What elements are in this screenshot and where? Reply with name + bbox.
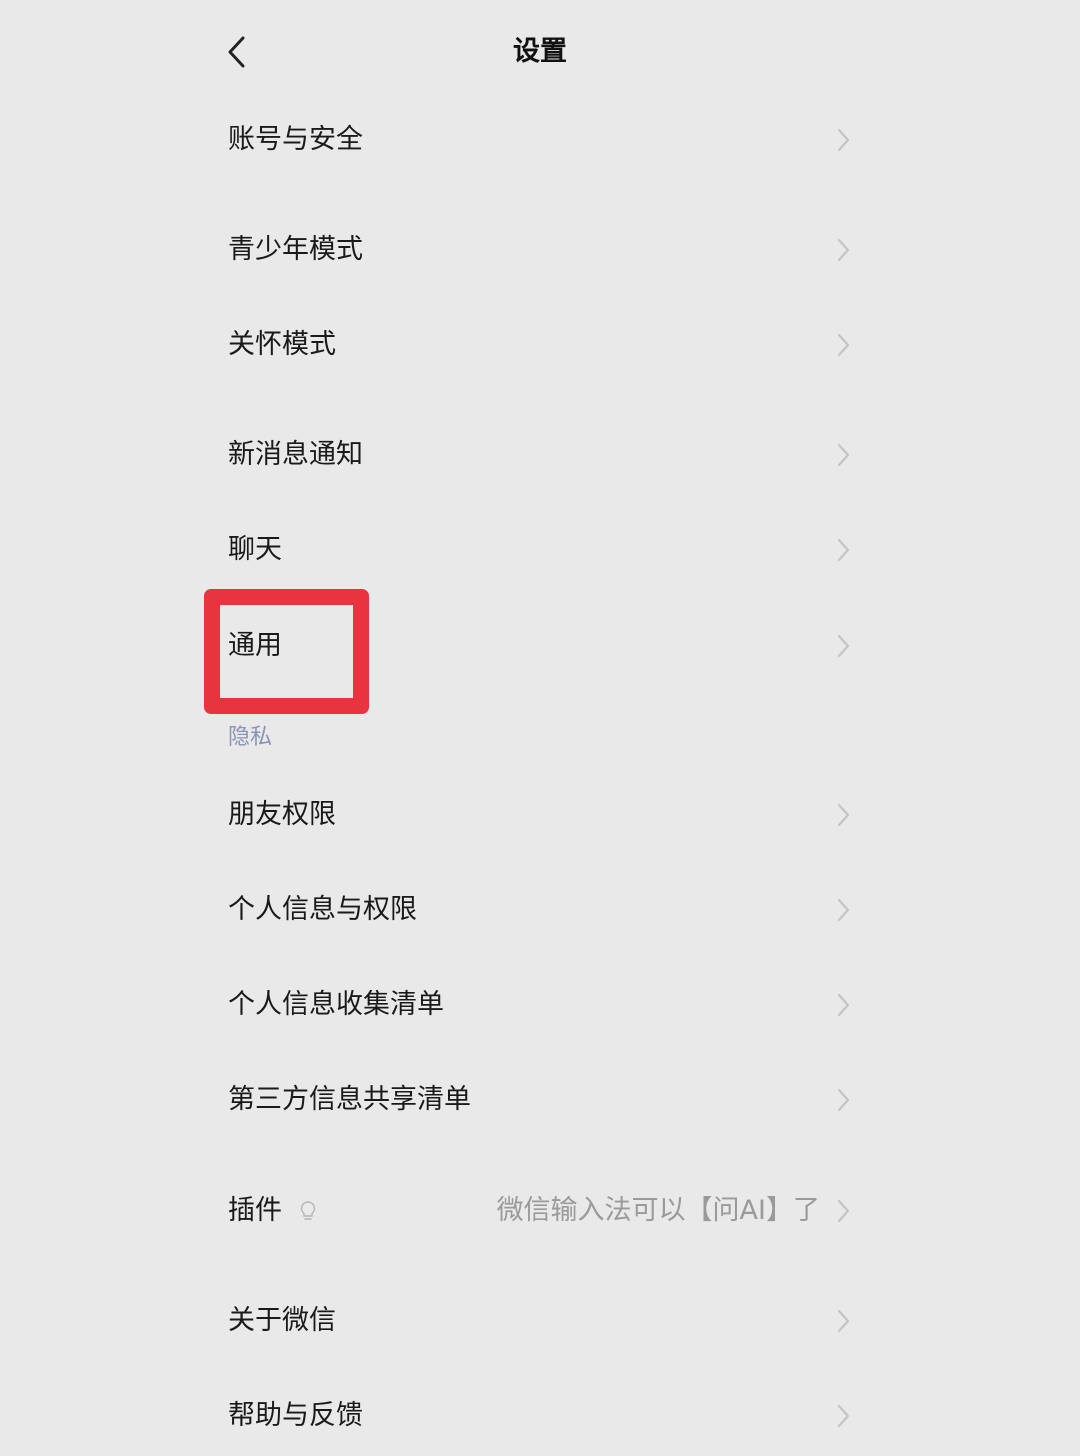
chevron-right-icon [837, 238, 850, 262]
settings-item-label: 插件 [228, 1195, 282, 1226]
chevron-right-icon [837, 1088, 850, 1112]
settings-item-chats[interactable]: 聊天 [0, 510, 1080, 590]
settings-item-label: 新消息通知 [228, 439, 363, 470]
settings-item-plugins[interactable]: 插件 微信输入法可以【问AI】了 [0, 1171, 1080, 1251]
settings-item-label: 青少年模式 [228, 234, 363, 265]
chevron-right-icon [837, 443, 850, 467]
section-header-privacy: 隐私 [228, 725, 273, 750]
settings-item-about-wechat[interactable]: 关于微信 [0, 1281, 1080, 1361]
page-title: 设置 [513, 36, 567, 67]
chevron-right-icon [837, 1309, 850, 1333]
chevron-right-icon [837, 333, 850, 357]
highlight-annotation-box [204, 589, 369, 714]
settings-item-label: 朋友权限 [228, 799, 336, 830]
plugin-promo-text: 微信输入法可以【问AI】了 [496, 1195, 820, 1226]
settings-item-help-feedback[interactable]: 帮助与反馈 [0, 1376, 1080, 1456]
settings-item-account-security[interactable]: 账号与安全 [0, 100, 1080, 180]
settings-item-personal-info-collection[interactable]: 个人信息收集清单 [0, 965, 1080, 1045]
settings-item-label: 第三方信息共享清单 [228, 1084, 471, 1115]
chevron-right-icon [837, 1199, 850, 1223]
settings-item-label: 个人信息与权限 [228, 894, 417, 925]
chevron-right-icon [837, 803, 850, 827]
chevron-right-icon [837, 128, 850, 152]
chevron-right-icon [837, 993, 850, 1017]
lightbulb-icon [300, 1201, 316, 1220]
chevron-right-icon [837, 634, 850, 658]
settings-item-teen-mode[interactable]: 青少年模式 [0, 210, 1080, 290]
nav-bar: 设置 [0, 0, 1080, 100]
settings-item-notifications[interactable]: 新消息通知 [0, 415, 1080, 495]
settings-item-label: 关怀模式 [228, 329, 336, 360]
settings-item-label: 关于微信 [228, 1305, 336, 1336]
settings-item-label: 账号与安全 [228, 124, 363, 155]
settings-item-personal-info-permissions[interactable]: 个人信息与权限 [0, 870, 1080, 950]
chevron-right-icon [837, 538, 850, 562]
chevron-right-icon [837, 1404, 850, 1428]
settings-item-label: 帮助与反馈 [228, 1400, 363, 1431]
settings-item-third-party-sharing[interactable]: 第三方信息共享清单 [0, 1060, 1080, 1140]
settings-item-label: 聊天 [228, 534, 282, 565]
settings-item-care-mode[interactable]: 关怀模式 [0, 305, 1080, 385]
settings-item-label: 个人信息收集清单 [228, 989, 444, 1020]
settings-item-friend-permissions[interactable]: 朋友权限 [0, 775, 1080, 855]
settings-item-general[interactable]: 通用 [0, 606, 1080, 686]
chevron-right-icon [837, 898, 850, 922]
